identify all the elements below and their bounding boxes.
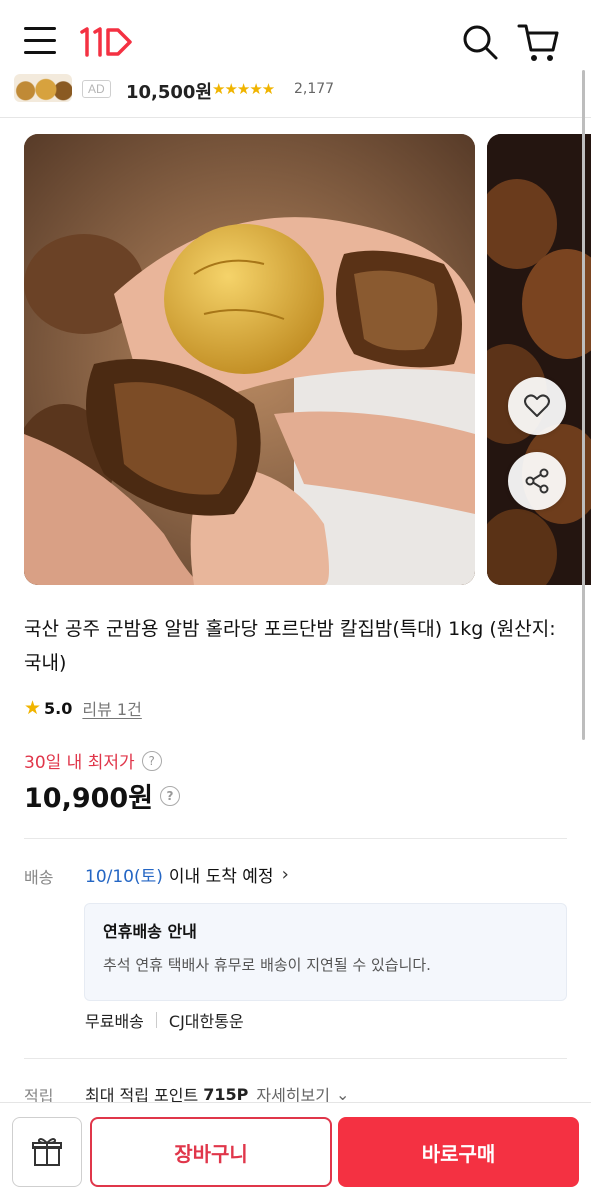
product-price: 10,900원 ? [24,776,181,815]
product-title: 국산 공주 군밤용 알밤 홀라당 포르단밤 칼집밤(특대) 1kg (원산지: … [24,618,556,674]
ad-badge: AD [82,80,111,98]
notice-title: 연휴배송 안내 [103,922,197,941]
chevron-right-icon: › [281,864,289,885]
share-button[interactable] [508,452,566,510]
holiday-shipping-notice: 연휴배송 안내 추석 연휴 택배사 휴무로 배송이 지연될 수 있습니다. [84,903,567,1001]
add-to-cart-button[interactable]: 장바구니 [90,1117,332,1187]
divider [24,838,567,839]
heart-icon [524,394,550,417]
arrival-date: 10/10(토) [85,867,163,887]
ad-thumbnail[interactable] [14,74,72,102]
shipping-carrier-row: 무료배송 CJ대한통운 [85,1008,244,1032]
search-icon[interactable] [460,22,500,62]
price-value: 10,900원 [24,783,154,814]
product-image-2[interactable] [487,134,591,585]
cart-icon[interactable] [516,20,560,64]
carrier-name: CJ대한통운 [168,1012,244,1031]
price-help-icon[interactable]: ? [160,785,181,806]
chestnut-photo-2 [487,134,591,585]
arrival-suffix: 이내 도착 예정 [168,867,274,887]
gift-icon [32,1138,62,1166]
gift-button[interactable] [12,1117,82,1187]
lowest-price-label: 30일 내 최저가 ? [24,748,162,773]
ad-review-count: 2,177 [294,81,335,97]
ad-stars: ★★★★★ [212,80,275,98]
rating-row: ★ 5.0 리뷰 1건 [24,696,142,720]
sponsored-strip[interactable]: AD 10,500원 ★★★★★ 2,177 [0,72,591,118]
lowest-price-text: 30일 내 최저가 [24,753,135,773]
wishlist-button[interactable] [508,377,566,435]
ad-price: 10,500원 [126,82,213,103]
logo-11st[interactable] [78,26,134,58]
buy-now-button[interactable]: 바로구매 [338,1117,579,1187]
notice-body: 추석 연휴 택배사 휴무로 배송이 지연될 수 있습니다. [103,956,431,974]
shipping-date[interactable]: 10/10(토) 이내 도착 예정 › [85,862,289,887]
bottom-action-bar: 장바구니 바로구매 [0,1102,591,1200]
product-image-1[interactable] [24,134,475,585]
shipping-label: 배송 [24,868,54,887]
divider [24,1058,567,1059]
menu-icon[interactable] [24,27,56,55]
separator [155,1012,157,1028]
chevron-down-icon: ⌄ [335,1084,350,1104]
shipping-fee: 무료배송 [85,1012,144,1031]
page-scrollbar[interactable] [582,70,585,740]
chestnut-photo [24,134,475,585]
points-amount: 715P [203,1084,249,1104]
product-gallery[interactable]: 1/2 [0,134,591,586]
help-icon[interactable]: ? [141,750,162,771]
star-icon: ★ [24,697,42,719]
review-link[interactable]: 리뷰 1건 [82,696,141,720]
share-icon [525,468,549,494]
rating-score: 5.0 [44,698,73,718]
